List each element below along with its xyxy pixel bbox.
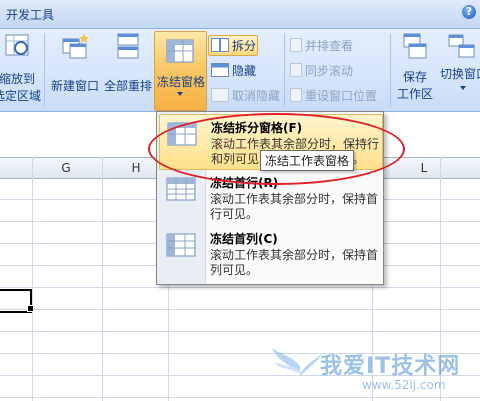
menu-item-description: 滚动工作表其余部分时，保持首行可见。 [210,192,379,221]
zoom-selection-icon [5,34,29,56]
sync-scroll-button[interactable]: 同步滚动 [290,62,353,79]
gridline [0,287,480,288]
group-separator [390,33,391,107]
switch-windows-dropdown-icon [460,86,466,90]
column-header-l[interactable]: L [404,161,444,175]
ribbon-tab-bar: 开发工具 ? [0,0,480,29]
hide-label: 隐藏 [232,64,257,78]
reset-position-label: 重设窗口位置 [305,89,378,103]
unhide-label: 取消隐藏 [232,89,281,103]
zoom-to-selection-button[interactable]: 缩放到 选定区域 [0,31,42,104]
annotation-ring [148,113,405,185]
gridline [102,157,103,401]
switch-windows-label: 切换窗口 [440,67,480,81]
watermark-url: www.52ij.com [362,378,446,392]
new-window-icon [62,33,89,59]
arrange-all-label: 全部重排 [103,79,152,93]
freeze-top-row-icon [166,177,196,201]
arrange-all-icon [117,33,139,59]
switch-windows-icon [448,34,475,58]
gridline [32,157,33,401]
side-by-side-label: 并排查看 [305,39,354,53]
save-workspace-icon [403,33,427,59]
freeze-panes-label: 冻结窗格 [156,75,205,89]
unhide-button[interactable]: 取消隐藏 [211,87,280,104]
freeze-panes-dropdown-icon [177,92,183,96]
hide-icon [211,63,229,77]
split-icon [211,38,229,52]
zoom-selection-label-2: 选定区域 [0,89,41,103]
split-label: 拆分 [232,39,257,53]
switch-windows-button[interactable]: 切换窗口 [440,31,480,90]
ribbon-window-group: 缩放到 选定区域 新建窗口 全部重排 冻结窗格 [0,29,480,112]
sync-scroll-icon [290,63,302,77]
new-window-label: 新建窗口 [50,79,99,93]
group-separator [284,33,285,107]
fill-handle[interactable] [27,305,34,312]
save-workspace-label-2: 工作区 [396,87,433,101]
view-side-by-side-button[interactable]: 并排查看 [290,37,353,54]
freeze-panes-icon [166,39,194,63]
save-workspace-label-1: 保存 [402,70,427,84]
reset-position-icon [290,88,302,102]
help-icon[interactable]: ? [462,5,476,19]
freeze-panes-button[interactable]: 冻结窗格 [154,31,207,111]
gridline [0,309,480,310]
new-window-button[interactable]: 新建窗口 [48,31,102,94]
zoom-selection-label-1: 缩放到 [0,72,35,86]
sync-scroll-label: 同步滚动 [305,64,354,78]
hide-button[interactable]: 隐藏 [211,62,256,79]
watermark: 我爱IT技术网 www.52ij.com [270,330,480,400]
side-by-side-icon [290,38,302,52]
menu-item-description: 滚动工作表其余部分时，保持首列可见。 [210,248,379,277]
column-header-h[interactable]: H [116,161,156,175]
column-header-g[interactable]: G [46,161,86,175]
freeze-first-column-icon [166,233,196,257]
split-button[interactable]: 拆分 [211,37,256,54]
menu-item-title: 冻结首列(C) [210,232,278,246]
watermark-text: 我爱IT技术网 [320,354,461,379]
group-separator [44,33,45,107]
arrange-all-button[interactable]: 全部重排 [102,31,154,94]
reset-window-position-button[interactable]: 重设窗口位置 [290,87,377,104]
tab-developer[interactable]: 开发工具 [6,6,54,23]
unhide-icon [211,88,229,102]
menu-item-freeze-first-column[interactable]: 冻结首列(C) 滚动工作表其余部分时，保持首列可见。 [159,226,381,280]
save-workspace-button[interactable]: 保存 工作区 [392,31,438,102]
